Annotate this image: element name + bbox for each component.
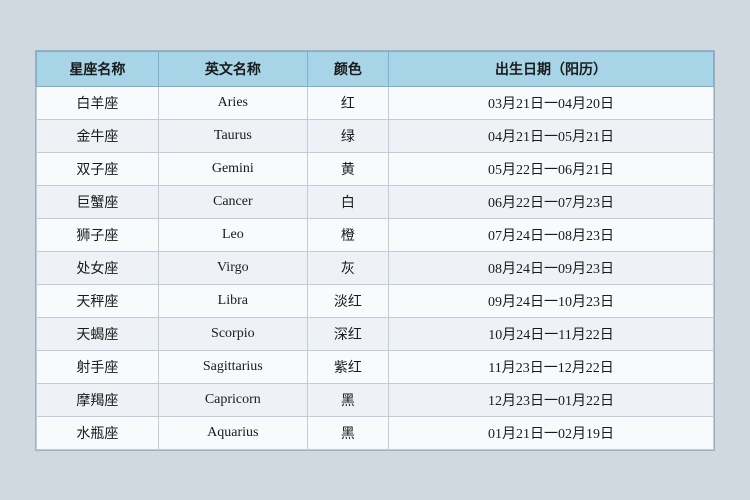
cell-chinese: 天蝎座: [37, 317, 159, 350]
cell-dates: 06月22日一07月23日: [389, 185, 714, 218]
cell-chinese: 摩羯座: [37, 383, 159, 416]
table-row: 天秤座Libra淡红09月24日一10月23日: [37, 284, 714, 317]
cell-chinese: 金牛座: [37, 119, 159, 152]
cell-color: 绿: [307, 119, 388, 152]
cell-color: 红: [307, 86, 388, 119]
cell-english: Taurus: [158, 119, 307, 152]
table-row: 摩羯座Capricorn黑12月23日一01月22日: [37, 383, 714, 416]
cell-color: 黑: [307, 383, 388, 416]
cell-english: Libra: [158, 284, 307, 317]
table-header-row: 星座名称 英文名称 颜色 出生日期（阳历）: [37, 51, 714, 86]
cell-chinese: 射手座: [37, 350, 159, 383]
cell-english: Leo: [158, 218, 307, 251]
header-color: 颜色: [307, 51, 388, 86]
table-row: 双子座Gemini黄05月22日一06月21日: [37, 152, 714, 185]
cell-english: Capricorn: [158, 383, 307, 416]
zodiac-table-container: 星座名称 英文名称 颜色 出生日期（阳历） 白羊座Aries红03月21日一04…: [35, 50, 715, 451]
cell-dates: 12月23日一01月22日: [389, 383, 714, 416]
cell-dates: 01月21日一02月19日: [389, 416, 714, 449]
cell-english: Cancer: [158, 185, 307, 218]
cell-dates: 03月21日一04月20日: [389, 86, 714, 119]
cell-dates: 10月24日一11月22日: [389, 317, 714, 350]
cell-chinese: 白羊座: [37, 86, 159, 119]
table-row: 处女座Virgo灰08月24日一09月23日: [37, 251, 714, 284]
cell-chinese: 巨蟹座: [37, 185, 159, 218]
table-row: 金牛座Taurus绿04月21日一05月21日: [37, 119, 714, 152]
cell-chinese: 狮子座: [37, 218, 159, 251]
header-english-name: 英文名称: [158, 51, 307, 86]
cell-english: Sagittarius: [158, 350, 307, 383]
cell-dates: 05月22日一06月21日: [389, 152, 714, 185]
cell-color: 灰: [307, 251, 388, 284]
table-row: 狮子座Leo橙07月24日一08月23日: [37, 218, 714, 251]
cell-english: Scorpio: [158, 317, 307, 350]
cell-dates: 07月24日一08月23日: [389, 218, 714, 251]
header-date-range: 出生日期（阳历）: [389, 51, 714, 86]
table-row: 水瓶座Aquarius黑01月21日一02月19日: [37, 416, 714, 449]
cell-color: 紫红: [307, 350, 388, 383]
cell-color: 深红: [307, 317, 388, 350]
cell-dates: 08月24日一09月23日: [389, 251, 714, 284]
cell-english: Virgo: [158, 251, 307, 284]
cell-color: 淡红: [307, 284, 388, 317]
header-chinese-name: 星座名称: [37, 51, 159, 86]
cell-chinese: 双子座: [37, 152, 159, 185]
cell-color: 黄: [307, 152, 388, 185]
cell-english: Aries: [158, 86, 307, 119]
cell-dates: 04月21日一05月21日: [389, 119, 714, 152]
cell-color: 黑: [307, 416, 388, 449]
cell-chinese: 水瓶座: [37, 416, 159, 449]
table-row: 天蝎座Scorpio深红10月24日一11月22日: [37, 317, 714, 350]
cell-dates: 11月23日一12月22日: [389, 350, 714, 383]
zodiac-table: 星座名称 英文名称 颜色 出生日期（阳历） 白羊座Aries红03月21日一04…: [36, 51, 714, 450]
cell-chinese: 天秤座: [37, 284, 159, 317]
table-row: 白羊座Aries红03月21日一04月20日: [37, 86, 714, 119]
cell-dates: 09月24日一10月23日: [389, 284, 714, 317]
table-row: 巨蟹座Cancer白06月22日一07月23日: [37, 185, 714, 218]
cell-chinese: 处女座: [37, 251, 159, 284]
cell-english: Gemini: [158, 152, 307, 185]
cell-color: 白: [307, 185, 388, 218]
cell-color: 橙: [307, 218, 388, 251]
table-row: 射手座Sagittarius紫红11月23日一12月22日: [37, 350, 714, 383]
cell-english: Aquarius: [158, 416, 307, 449]
